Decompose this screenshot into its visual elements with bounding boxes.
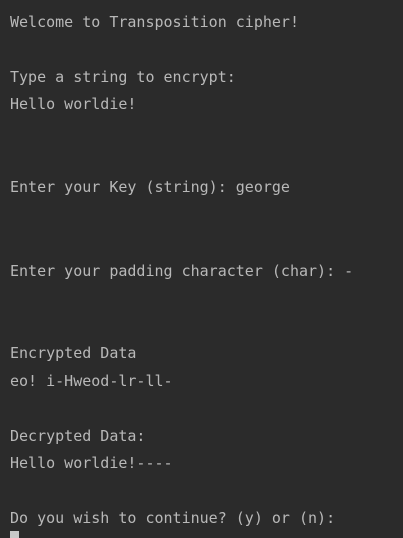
- decrypted-label: Decrypted Data:: [10, 427, 146, 445]
- welcome-line: Welcome to Transposition cipher!: [10, 13, 299, 31]
- encrypted-label: Encrypted Data: [10, 344, 137, 362]
- key-prompt-line: Enter your Key (string): george: [10, 178, 290, 196]
- console-output[interactable]: Welcome to Transposition cipher! Type a …: [0, 0, 403, 538]
- padding-prompt-line: Enter your padding character (char): -: [10, 262, 354, 280]
- input-string-line: Hello worldie!: [10, 95, 137, 113]
- encrypted-value: eo! i-Hweod-lr-ll-: [10, 372, 173, 390]
- continue-prompt-line: Do you wish to continue? (y) or (n):: [10, 509, 336, 527]
- text-cursor[interactable]: [10, 531, 19, 538]
- decrypted-value: Hello worldie!----: [10, 454, 173, 472]
- string-prompt-line: Type a string to encrypt:: [10, 68, 236, 86]
